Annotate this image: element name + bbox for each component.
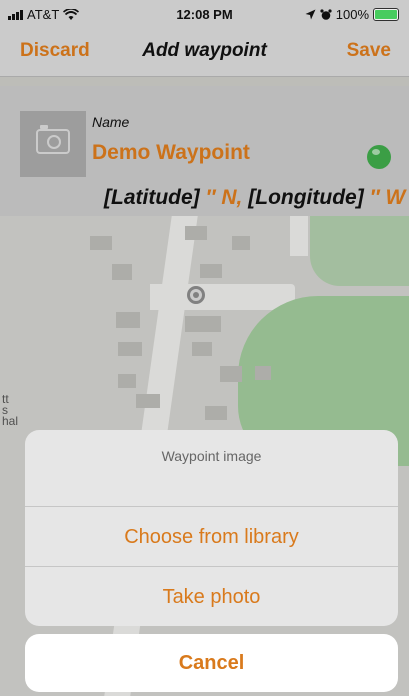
action-sheet-title: Waypoint image <box>161 448 262 464</box>
take-photo-button[interactable]: Take photo <box>25 566 398 626</box>
choose-from-library-button[interactable]: Choose from library <box>25 506 398 567</box>
cancel-button[interactable]: Cancel <box>25 634 398 692</box>
action-sheet: Waypoint image Choose from library Take … <box>25 430 398 626</box>
